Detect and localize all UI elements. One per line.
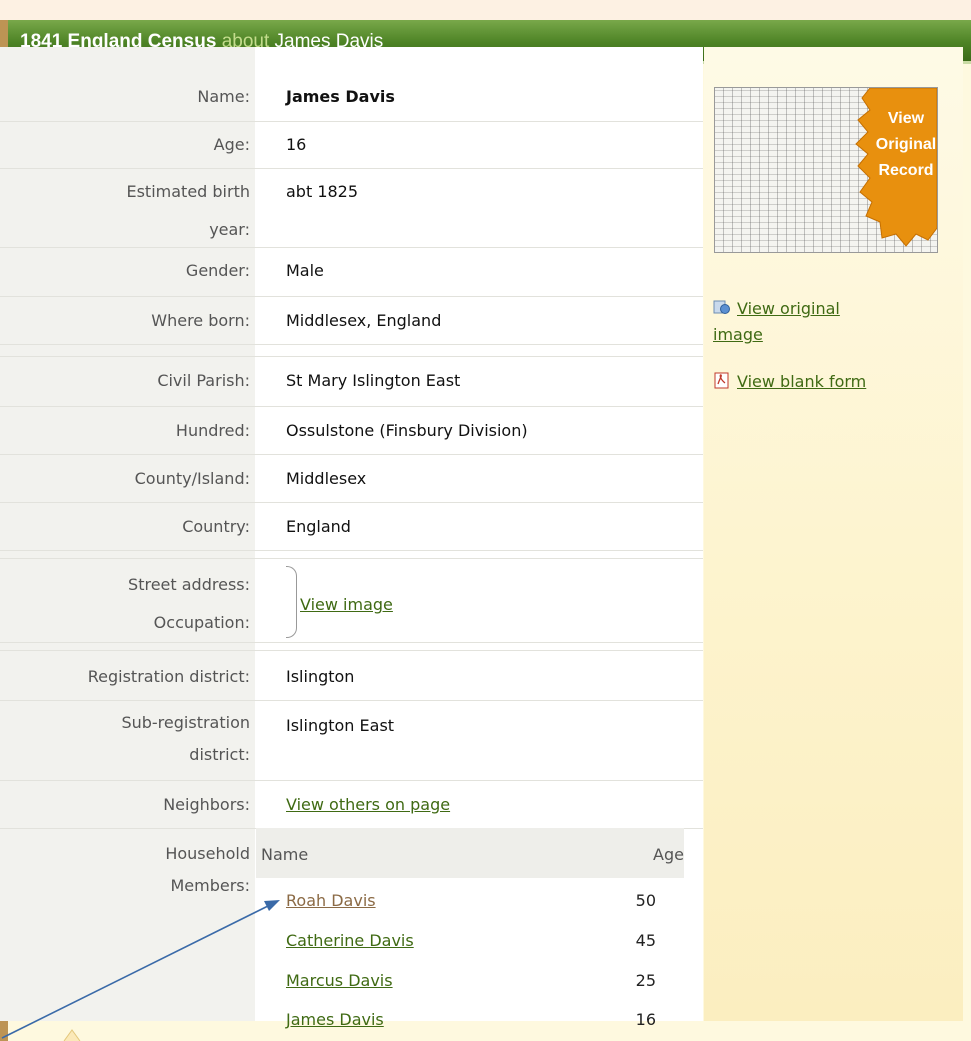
field-label: Estimated birth year: bbox=[0, 173, 250, 249]
household-row: James Davis 16 bbox=[286, 1001, 656, 1039]
household-member-link[interactable]: Catherine Davis bbox=[286, 931, 414, 950]
view-original-link-text[interactable]: View original bbox=[737, 299, 840, 318]
field-label: Civil Parish: bbox=[157, 371, 250, 390]
field-label: Gender: bbox=[185, 261, 250, 280]
field-label-line: year: bbox=[209, 220, 250, 239]
field-label: Country: bbox=[182, 517, 250, 536]
field-label: Name: bbox=[197, 87, 250, 106]
badge-text: View Original Record bbox=[875, 106, 937, 184]
field-label: Registration district: bbox=[87, 667, 250, 686]
household-table-header: Name Age bbox=[256, 828, 684, 878]
field-value: Islington East bbox=[286, 716, 395, 735]
view-blank-form-link[interactable]: View blank form bbox=[713, 369, 866, 395]
field-label-line: Members: bbox=[170, 876, 250, 895]
field-label: Age: bbox=[213, 135, 250, 154]
row-divider bbox=[0, 558, 703, 559]
field-value: Middlesex, England bbox=[286, 311, 442, 330]
field-value: View image bbox=[300, 586, 710, 624]
row-divider bbox=[0, 296, 703, 297]
household-member-link[interactable]: Roah Davis bbox=[286, 891, 376, 910]
field-label: Sub-registration district: bbox=[0, 707, 250, 771]
field-label-line: Estimated birth bbox=[126, 182, 250, 201]
field-value: 16 bbox=[286, 135, 307, 154]
original-record-thumbnail[interactable]: View Original Record bbox=[714, 87, 938, 253]
row-divider bbox=[0, 700, 703, 701]
household-row: Roah Davis 50 bbox=[286, 882, 656, 920]
household-member-age: 45 bbox=[635, 931, 656, 950]
row-divider bbox=[0, 168, 703, 169]
row-divider bbox=[0, 121, 703, 122]
field-value: View others on page bbox=[286, 786, 696, 824]
field-value: St Mary Islington East bbox=[286, 371, 461, 390]
bracket-shape bbox=[286, 566, 297, 638]
field-label-line: Street address: bbox=[128, 575, 250, 594]
household-member-link[interactable]: Marcus Davis bbox=[286, 971, 393, 990]
row-divider bbox=[0, 780, 703, 781]
field-label: Hundred: bbox=[175, 421, 250, 440]
view-original-image-link[interactable]: View original image bbox=[713, 296, 840, 348]
household-col-age: Age bbox=[653, 845, 684, 864]
view-original-link-text[interactable]: image bbox=[713, 325, 763, 344]
badge-line: Original bbox=[875, 136, 937, 153]
view-blank-form-link-text[interactable]: View blank form bbox=[737, 372, 866, 391]
field-label: Where born: bbox=[151, 311, 250, 330]
field-label: Household Members: bbox=[0, 838, 250, 902]
field-value: Male bbox=[286, 261, 324, 280]
row-divider bbox=[0, 550, 703, 551]
household-member-age: 25 bbox=[635, 971, 656, 990]
field-label: County/Island: bbox=[134, 469, 250, 488]
row-divider bbox=[0, 650, 703, 651]
field-label-line: Household bbox=[165, 844, 250, 863]
badge-line: Record bbox=[878, 162, 934, 179]
household-member-age: 50 bbox=[635, 891, 656, 910]
field-value: England bbox=[286, 517, 351, 536]
row-divider bbox=[0, 406, 703, 407]
field-value: Islington bbox=[286, 667, 355, 686]
row-divider bbox=[0, 247, 703, 248]
field-value: abt 1825 bbox=[286, 182, 359, 201]
row-divider bbox=[0, 344, 703, 345]
household-row: Catherine Davis 45 bbox=[286, 922, 656, 960]
image-viewer-icon bbox=[713, 298, 731, 315]
page: 1841 England Census about James Davis Na… bbox=[0, 0, 971, 1041]
household-col-name: Name bbox=[261, 845, 309, 864]
row-divider bbox=[0, 642, 703, 643]
field-value: Middlesex bbox=[286, 469, 367, 488]
view-neighbors-link[interactable]: View others on page bbox=[286, 795, 450, 814]
field-label-line: Occupation: bbox=[153, 613, 250, 632]
field-label: Street address: Occupation: bbox=[0, 566, 250, 642]
field-label-line: district: bbox=[189, 745, 250, 764]
view-image-link[interactable]: View image bbox=[300, 595, 393, 614]
household-member-link[interactable]: James Davis bbox=[286, 1010, 384, 1029]
field-value: James Davis bbox=[286, 87, 395, 106]
field-value: Ossulstone (Finsbury Division) bbox=[286, 421, 528, 440]
badge-line: View bbox=[887, 110, 925, 127]
row-divider bbox=[0, 356, 703, 357]
row-divider bbox=[0, 502, 703, 503]
household-row: Marcus Davis 25 bbox=[286, 962, 656, 1000]
field-label: Neighbors: bbox=[163, 795, 250, 814]
pdf-icon bbox=[713, 371, 731, 389]
household-member-age: 16 bbox=[635, 1010, 656, 1029]
field-label-line: Sub-registration bbox=[121, 713, 250, 732]
row-divider bbox=[0, 454, 703, 455]
